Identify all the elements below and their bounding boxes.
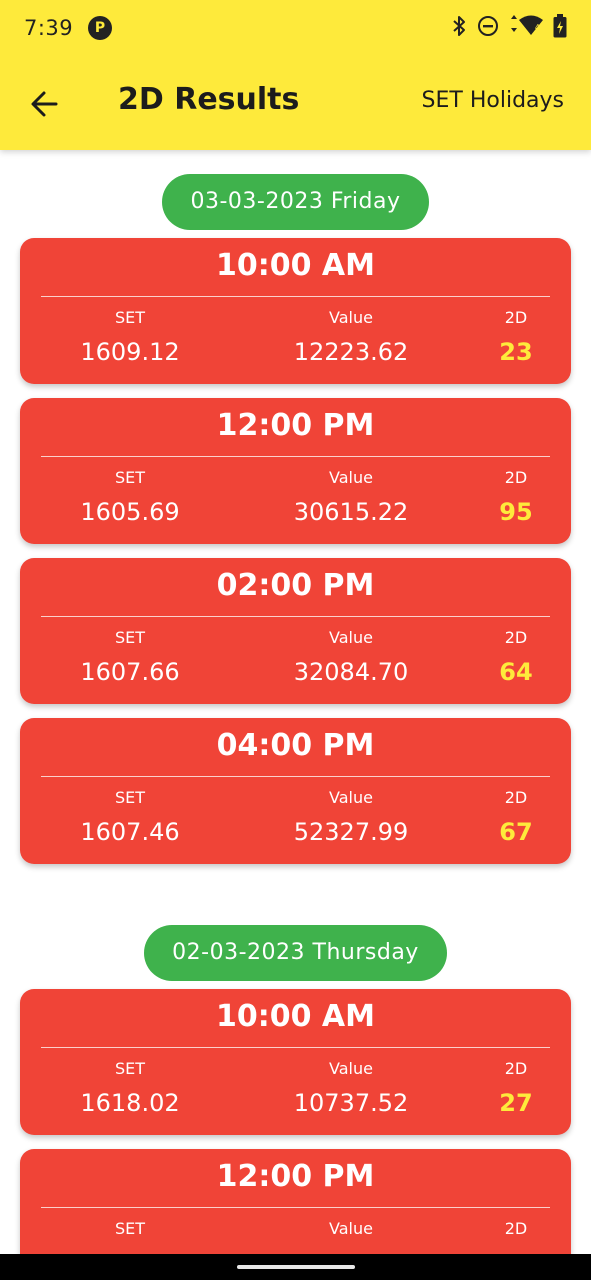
value-label: Value [329, 468, 373, 487]
status-time: 7:39 [24, 16, 74, 40]
value-value: 12223.62 [293, 338, 409, 366]
results-list[interactable]: 03-03-2023 Friday 10:00 AM SET Value 2D … [0, 150, 591, 1254]
date-header: 02-03-2023 Thursday [144, 925, 447, 981]
battery-icon [553, 14, 567, 38]
card-divider [41, 1047, 550, 1048]
system-navigation-bar [0, 1254, 591, 1280]
screen: 7:39 P 4 2D Results SET Holidays 03-03-2… [0, 0, 591, 1280]
set-value: 1618.02 [80, 1089, 180, 1117]
value-label: Value [329, 788, 373, 807]
set-value: 1607.46 [80, 818, 180, 846]
top-app-bar: 7:39 P 4 2D Results SET Holidays [0, 0, 591, 150]
result-time: 10:00 AM [215, 248, 375, 283]
result-time: 12:00 PM [216, 1159, 375, 1194]
set-holidays-button[interactable]: SET Holidays [422, 88, 564, 113]
result-time: 04:00 PM [216, 728, 375, 763]
result-card: 12:00 PM SET Value 2D 1605.69 30615.22 9… [20, 398, 571, 544]
two-d-value: 27 [499, 1089, 533, 1117]
back-button[interactable] [26, 84, 66, 124]
two-d-value: 23 [499, 338, 533, 366]
two-d-label: 2D [504, 308, 528, 327]
set-label: SET [114, 1219, 146, 1238]
two-d-value: 95 [499, 498, 533, 526]
two-d-label: 2D [504, 788, 528, 807]
set-value: 1607.66 [80, 658, 180, 686]
result-card: 04:00 PM SET Value 2D 1607.46 52327.99 6… [20, 718, 571, 864]
set-label: SET [114, 628, 146, 647]
page-title: 2D Results [118, 82, 300, 117]
card-divider [41, 616, 550, 617]
set-label: SET [114, 308, 146, 327]
value-label: Value [329, 308, 373, 327]
set-label: SET [114, 468, 146, 487]
value-label: Value [329, 1219, 373, 1238]
two-d-label: 2D [504, 1059, 528, 1078]
value-value: 30615.22 [293, 498, 409, 526]
set-label: SET [114, 788, 146, 807]
result-card: 02:00 PM SET Value 2D 1607.66 32084.70 6… [20, 558, 571, 704]
card-divider [41, 296, 550, 297]
two-d-value: 67 [499, 818, 533, 846]
value-value: 52327.99 [293, 818, 409, 846]
wifi-icon: 4 [509, 15, 543, 37]
set-label: SET [114, 1059, 146, 1078]
arrow-left-icon [31, 91, 58, 117]
notification-app-icon: P [88, 16, 112, 40]
value-label: Value [329, 628, 373, 647]
result-card: 12:00 PM SET Value 2D [20, 1149, 571, 1254]
card-divider [41, 456, 550, 457]
result-time: 02:00 PM [216, 568, 375, 603]
result-card: 10:00 AM SET Value 2D 1618.02 10737.52 2… [20, 989, 571, 1135]
date-header: 03-03-2023 Friday [162, 174, 429, 230]
home-gesture-handle[interactable] [237, 1265, 355, 1269]
card-divider [41, 1207, 550, 1208]
value-value: 10737.52 [293, 1089, 409, 1117]
result-card: 10:00 AM SET Value 2D 1609.12 12223.62 2… [20, 238, 571, 384]
bluetooth-icon [451, 14, 467, 38]
two-d-label: 2D [504, 1219, 528, 1238]
two-d-label: 2D [504, 628, 528, 647]
set-value: 1605.69 [80, 498, 180, 526]
do-not-disturb-icon [477, 15, 499, 37]
result-time: 10:00 AM [215, 999, 375, 1034]
svg-text:4: 4 [535, 23, 540, 32]
result-time: 12:00 PM [216, 408, 375, 443]
value-label: Value [329, 1059, 373, 1078]
card-divider [41, 776, 550, 777]
status-icons: 4 [451, 14, 567, 38]
set-value: 1609.12 [80, 338, 180, 366]
value-value: 32084.70 [293, 658, 409, 686]
two-d-value: 64 [499, 658, 533, 686]
two-d-label: 2D [504, 468, 528, 487]
